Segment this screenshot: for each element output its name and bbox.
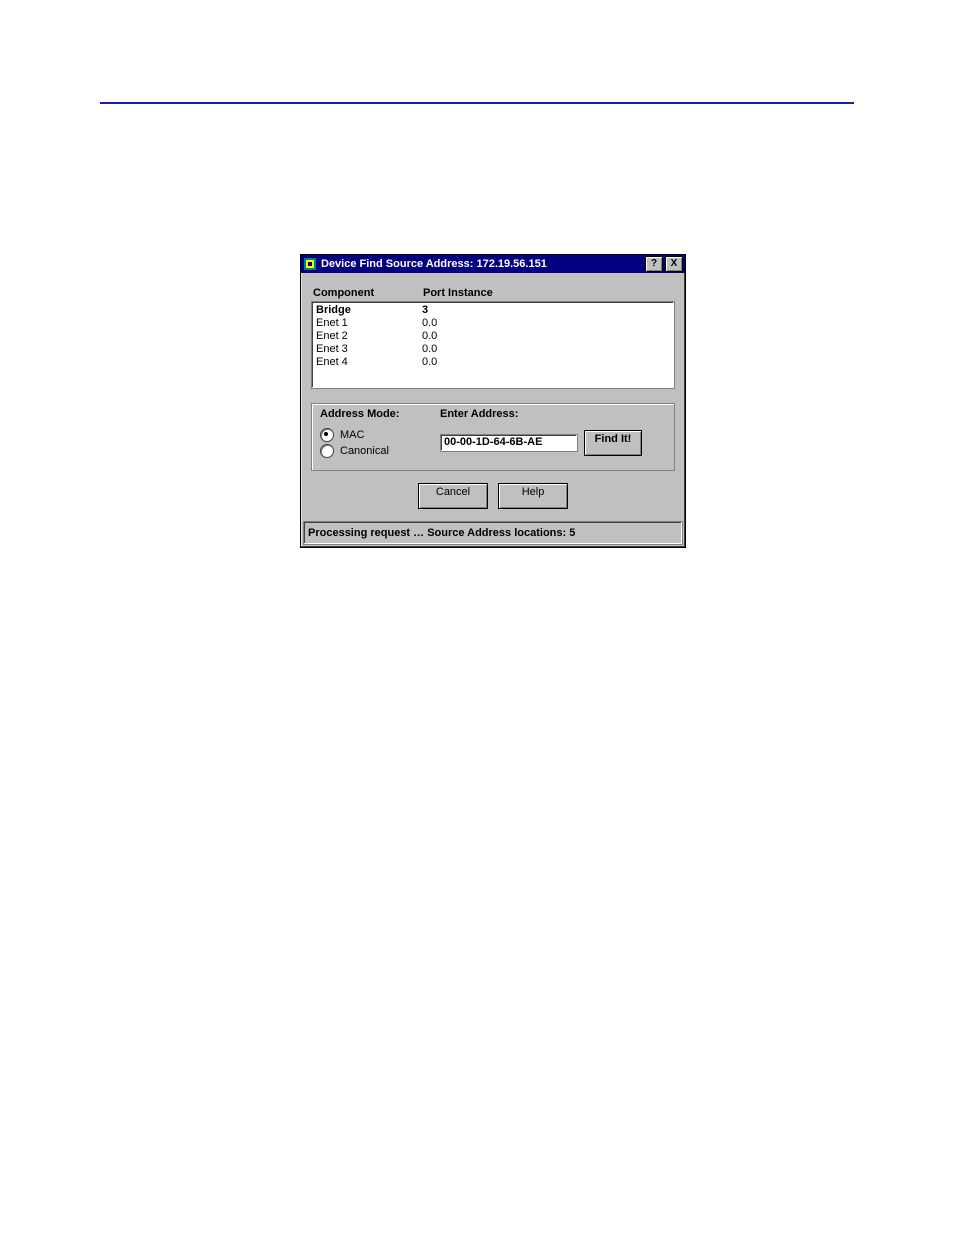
address-input-group: 00-00-1D-64-6B-AE Find It! [440,430,642,456]
cell-port: 0.0 [422,330,670,343]
help-button[interactable]: Help [498,483,568,509]
list-item[interactable]: Enet 4 0.0 [316,356,670,369]
cell-port: 0.0 [422,356,670,369]
list-headers: Component Port Instance [311,287,675,301]
address-panel: Address Mode: Enter Address: MAC Canonic… [311,403,675,471]
list-item[interactable]: Enet 1 0.0 [316,317,670,330]
header-component: Component [313,287,423,299]
panel-headers: Address Mode: Enter Address: [320,408,666,420]
app-icon [303,257,317,271]
radio-canonical[interactable]: Canonical [320,444,440,458]
address-input[interactable]: 00-00-1D-64-6B-AE [440,434,578,452]
divider-line [100,102,854,104]
list-item[interactable]: Enet 3 0.0 [316,343,670,356]
cell-component: Enet 4 [316,356,422,369]
status-bar: Processing request … Source Address loca… [303,521,683,545]
find-it-button[interactable]: Find It! [584,430,642,456]
header-port-instance: Port Instance [423,287,673,299]
cancel-button[interactable]: Cancel [418,483,488,509]
list-item[interactable]: Enet 2 0.0 [316,330,670,343]
cell-port: 0.0 [422,317,670,330]
status-text: Processing request … Source Address loca… [308,527,575,539]
dialog-window: Device Find Source Address: 172.19.56.15… [300,254,686,548]
list-item[interactable]: Bridge 3 [316,304,670,317]
cell-component: Enet 1 [316,317,422,330]
radio-mac-label: MAC [340,429,364,441]
mode-row: MAC Canonical 00-00-1D-64-6B-AE Find It! [320,426,666,460]
cell-component: Enet 3 [316,343,422,356]
cell-component: Enet 2 [316,330,422,343]
help-icon[interactable]: ? [645,256,663,272]
close-icon[interactable]: X [665,256,683,272]
radio-dot-icon [320,428,334,442]
results-listbox[interactable]: Bridge 3 Enet 1 0.0 Enet 2 0.0 Enet 3 0.… [311,301,675,389]
client-area: Component Port Instance Bridge 3 Enet 1 … [301,273,685,521]
label-enter-address: Enter Address: [440,408,666,420]
cell-port: 0.0 [422,343,670,356]
dialog-buttons: Cancel Help [311,483,675,509]
radio-group-address-mode: MAC Canonical [320,426,440,460]
title-bar[interactable]: Device Find Source Address: 172.19.56.15… [301,255,685,273]
cell-port: 3 [422,304,670,317]
radio-dot-icon [320,444,334,458]
page: Device Find Source Address: 172.19.56.15… [0,0,954,1235]
cell-component: Bridge [316,304,422,317]
window-title: Device Find Source Address: 172.19.56.15… [321,258,643,270]
label-address-mode: Address Mode: [320,408,440,420]
radio-mac[interactable]: MAC [320,428,440,442]
radio-canonical-label: Canonical [340,445,389,457]
